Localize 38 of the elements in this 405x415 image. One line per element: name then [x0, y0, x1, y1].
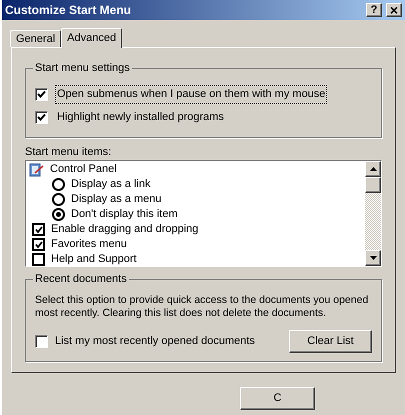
dialog-button[interactable]: C	[240, 387, 315, 410]
checkbox-label[interactable]: Open submenus when I pause on them with my mouse	[55, 85, 328, 104]
radio-label[interactable]: Don't display this item	[71, 206, 178, 223]
up-arrow-icon	[370, 167, 376, 171]
scroll-down-button[interactable]	[365, 250, 381, 266]
clear-list-button[interactable]: Clear List	[289, 330, 372, 353]
checkmark-icon	[37, 113, 46, 122]
list-label: Start menu items:	[25, 145, 112, 160]
help-button[interactable]: ?	[366, 3, 382, 17]
checkbox-label[interactable]: List my most recently opened documents	[55, 333, 255, 350]
checkbox[interactable]	[32, 253, 45, 266]
checkbox-label[interactable]: Favorites menu	[51, 236, 127, 253]
group-title: Start menu settings	[33, 61, 132, 76]
checkbox[interactable]	[35, 111, 48, 124]
radio-button[interactable]	[52, 193, 65, 206]
scrollbar[interactable]	[365, 161, 381, 266]
checkbox[interactable]	[35, 335, 48, 348]
radio-button[interactable]	[52, 208, 65, 221]
scroll-thumb[interactable]	[365, 177, 381, 193]
checkbox-label[interactable]: Highlight newly installed programs	[55, 108, 226, 127]
description-text: Select this option to provide quick access to the documents you opened most recently. Clearing this list does not delete the documents.	[35, 294, 370, 320]
tab[interactable]: General	[10, 30, 62, 47]
checkmark-icon	[37, 90, 46, 99]
down-arrow-icon	[370, 256, 376, 260]
checkbox-label[interactable]: Enable dragging and dropping	[51, 221, 198, 238]
close-button[interactable]: ×	[386, 3, 402, 17]
radio-label[interactable]: Display as a menu	[71, 191, 162, 208]
checkbox[interactable]	[35, 88, 48, 101]
radio-label[interactable]: Display as a link	[71, 176, 150, 193]
tab[interactable]: Advanced	[61, 28, 122, 48]
radio-button[interactable]	[52, 178, 65, 191]
checkbox[interactable]	[32, 223, 45, 236]
checkbox-label[interactable]: Help and Support	[51, 251, 137, 266]
window-title: Customize Start Menu	[5, 2, 132, 19]
list-item-label[interactable]: Control Panel	[50, 161, 117, 178]
scroll-up-button[interactable]	[365, 161, 381, 177]
checkbox[interactable]	[32, 238, 45, 251]
control-panel-icon	[29, 162, 45, 178]
